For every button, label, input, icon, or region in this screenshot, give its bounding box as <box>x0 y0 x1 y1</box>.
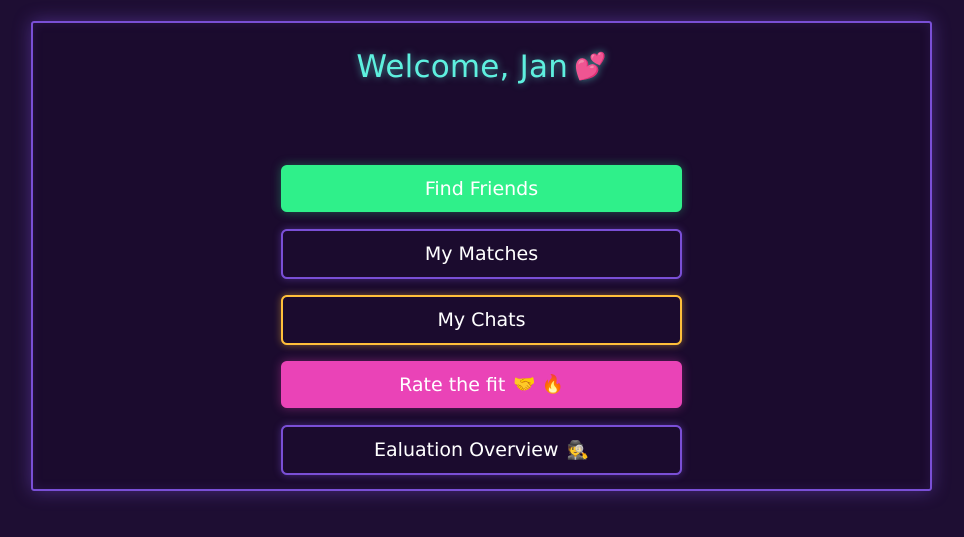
find-friends-button[interactable]: Find Friends <box>281 165 682 212</box>
evaluation-overview-label: Ealuation Overview <box>374 439 559 461</box>
handshake-fire-icon: 🤝 🔥 <box>513 374 564 395</box>
my-matches-button[interactable]: My Matches <box>281 229 682 279</box>
welcome-heading: Welcome, Jan 💕 <box>33 49 930 85</box>
my-chats-label: My Chats <box>437 309 526 331</box>
my-chats-button[interactable]: My Chats <box>281 295 682 345</box>
rate-the-fit-label: Rate the fit <box>399 373 506 396</box>
main-menu: Find Friends My Matches My Chats Rate th… <box>281 165 682 491</box>
two-hearts-icon: 💕 <box>574 52 607 82</box>
find-friends-label: Find Friends <box>424 177 539 200</box>
welcome-text: Welcome, Jan <box>356 49 569 85</box>
evaluation-overview-button[interactable]: Ealuation Overview 🕵 <box>281 425 682 475</box>
my-matches-label: My Matches <box>424 243 539 265</box>
rate-the-fit-button[interactable]: Rate the fit 🤝 🔥 <box>281 361 682 408</box>
detective-icon: 🕵 <box>566 439 589 461</box>
main-panel: Welcome, Jan 💕 Find Friends My Matches My… <box>31 21 932 491</box>
